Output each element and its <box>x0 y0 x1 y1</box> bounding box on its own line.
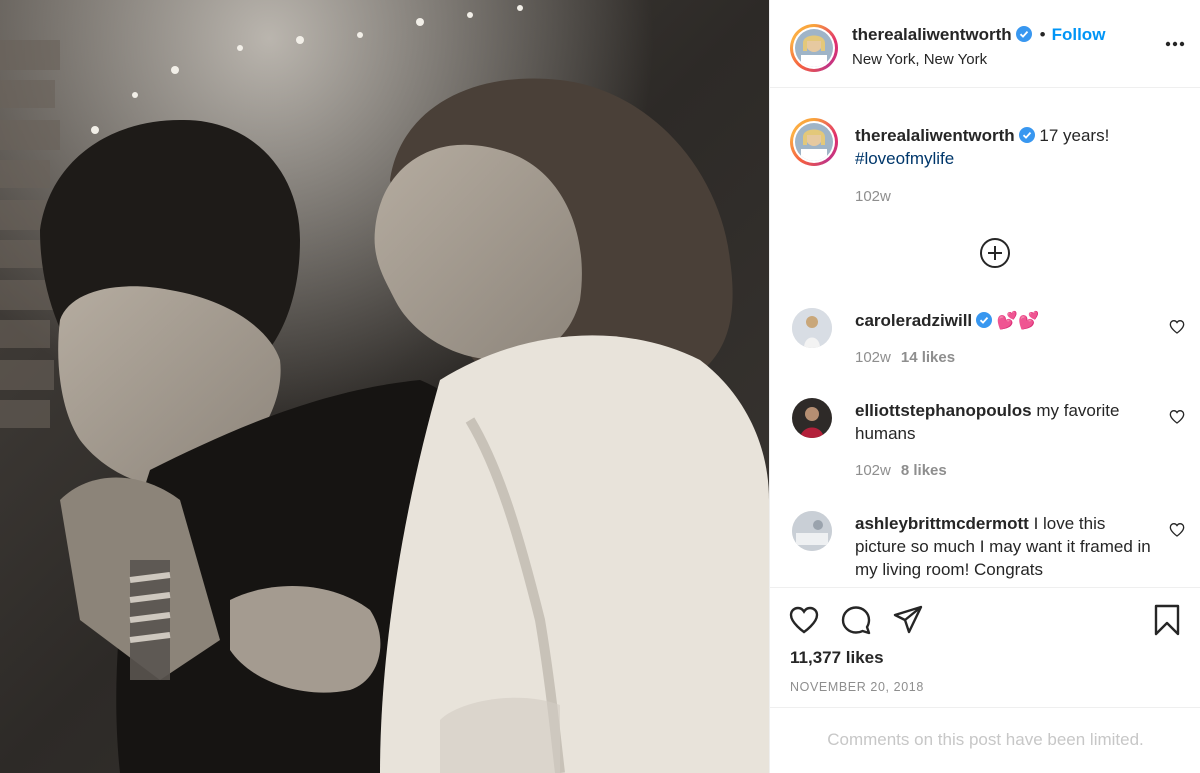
more-options-icon[interactable] <box>1163 37 1187 51</box>
verified-badge-icon <box>1018 127 1035 143</box>
comment-meta: 102w 8 likes <box>855 462 947 479</box>
comment-text: ashleybrittmcdermott I love this picture… <box>855 512 1155 581</box>
comment-meta: 102w 14 likes <box>855 349 955 366</box>
avatar-photo-icon <box>792 308 832 348</box>
comment-likes[interactable]: 8 likes <box>901 462 947 479</box>
comment-icon[interactable] <box>840 604 872 636</box>
load-more-comments-icon[interactable] <box>979 237 1011 269</box>
comment-time[interactable]: 102w <box>855 349 891 366</box>
post-photo[interactable] <box>0 0 769 773</box>
caption-avatar[interactable] <box>790 118 838 166</box>
photo-image <box>0 0 769 773</box>
author-avatar[interactable] <box>790 24 838 72</box>
comment-body: 💕💕 <box>996 311 1040 330</box>
comments-list[interactable]: therealaliwentworth 17 years! #loveofmyl… <box>770 89 1200 587</box>
follow-button[interactable]: Follow <box>1052 25 1106 44</box>
instagram-post: therealaliwentworth • Follow New York, New… <box>0 0 1200 773</box>
caption-author[interactable]: therealaliwentworth <box>855 126 1015 145</box>
verified-badge-icon <box>976 312 993 328</box>
comment-text: caroleradziwill 💕💕 <box>855 309 1155 332</box>
like-comment-heart-icon[interactable] <box>1169 319 1185 335</box>
like-comment-heart-icon[interactable] <box>1169 409 1185 425</box>
comment-time[interactable]: 102w <box>855 462 891 479</box>
like-comment-heart-icon[interactable] <box>1169 522 1185 538</box>
comment-author[interactable]: ashleybrittmcdermott <box>855 514 1029 533</box>
bookmark-icon[interactable] <box>1151 604 1183 636</box>
avatar-photo-icon <box>792 398 832 438</box>
commenter-avatar[interactable] <box>792 398 832 438</box>
author-username[interactable]: therealaliwentworth <box>852 25 1012 44</box>
hashtag-link[interactable]: #loveofmylife <box>855 149 954 168</box>
verified-badge-icon <box>1015 26 1032 42</box>
caption-time[interactable]: 102w <box>855 188 891 205</box>
separator-dot: • <box>1039 25 1046 44</box>
comment-author[interactable]: elliottstephanopoulos <box>855 401 1032 420</box>
caption-text: therealaliwentworth 17 years! #loveofmyl… <box>855 124 1155 170</box>
post-actions: 11,377 likes NOVEMBER 20, 2018 <box>770 587 1200 707</box>
comment-likes[interactable]: 14 likes <box>901 349 955 366</box>
share-icon[interactable] <box>892 604 924 636</box>
comment-author[interactable]: caroleradziwill <box>855 311 972 330</box>
post-date[interactable]: NOVEMBER 20, 2018 <box>790 680 924 694</box>
commenter-avatar[interactable] <box>792 511 832 551</box>
avatar-photo-icon <box>792 511 832 551</box>
avatar-photo-icon <box>795 123 833 161</box>
commenter-avatar[interactable] <box>792 308 832 348</box>
post-likes-count[interactable]: 11,377 likes <box>790 648 884 668</box>
caption-meta: 102w <box>855 188 891 205</box>
post-header: therealaliwentworth • Follow New York, New… <box>770 0 1200 88</box>
post-side-panel: therealaliwentworth • Follow New York, New… <box>769 0 1200 773</box>
comments-limited-notice: Comments on this post have been limited. <box>770 707 1200 773</box>
post-location[interactable]: New York, New York <box>852 51 987 68</box>
flag <box>129 560 171 680</box>
avatar-photo-icon <box>795 29 833 67</box>
comment-text: elliottstephanopoulos my favorite humans <box>855 399 1155 445</box>
heart-icon[interactable] <box>788 604 820 636</box>
caption-body: 17 years! <box>1039 126 1110 145</box>
